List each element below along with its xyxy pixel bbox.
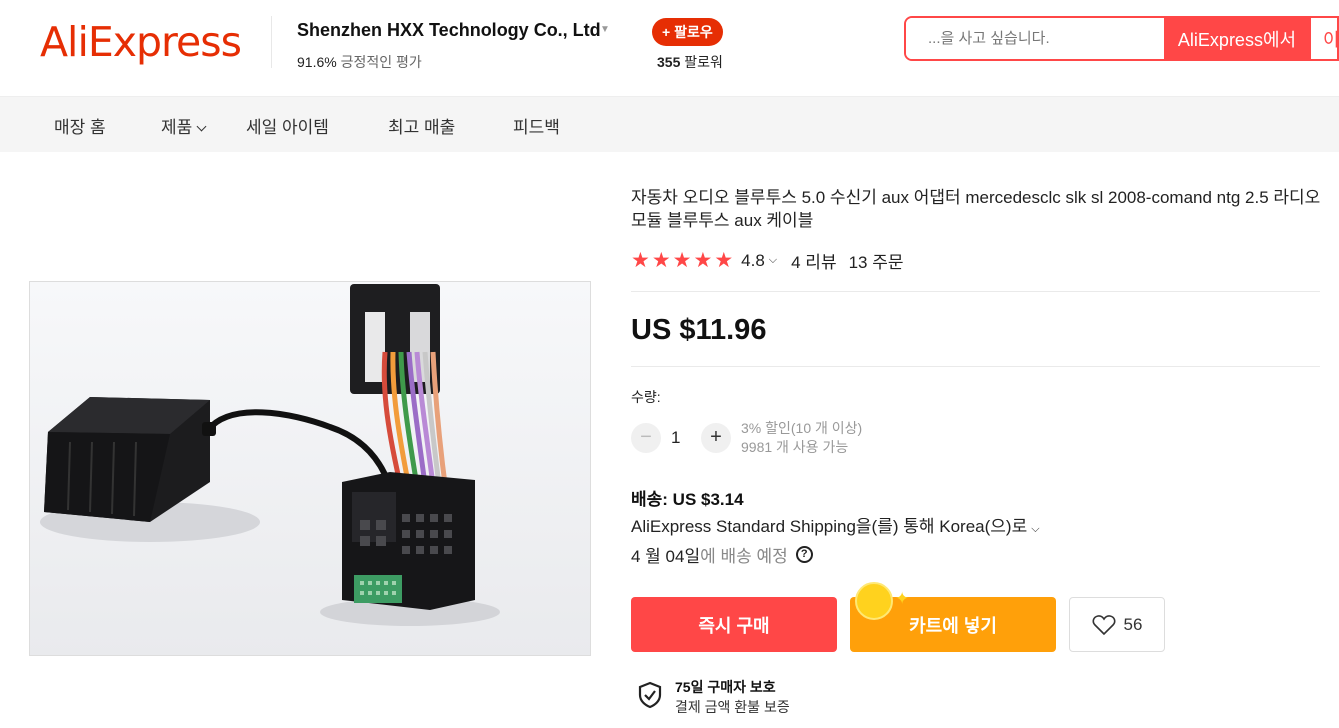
nav-feedback-label: 피드백	[513, 118, 560, 137]
product-title: 자동차 오디오 블루투스 5.0 수신기 aux 어댑터 mercedesclc…	[631, 188, 1321, 230]
buy-now-button[interactable]: 즉시 구매	[631, 597, 837, 652]
divider	[631, 366, 1320, 367]
delivery-date: 4 월 04일	[631, 547, 701, 566]
buyer-protection-title[interactable]: 75일 구매자 보호	[675, 677, 776, 697]
nav-products[interactable]: 제품	[161, 113, 207, 138]
star-icon: ★	[714, 249, 734, 272]
product-image[interactable]	[29, 281, 591, 656]
quantity-info: 3% 할인(10 개 이상) 9981 개 사용 가능	[741, 419, 862, 457]
nav-products-label: 제품	[161, 118, 193, 137]
store-name[interactable]: Shenzhen HXX Technology Co., Ltd	[297, 20, 601, 41]
search-input[interactable]	[906, 18, 1164, 59]
rating-row: ★ ★ ★ ★ ★ 4.8 ⌵ 4 리뷰 13 주문	[631, 248, 904, 273]
store-dropdown-icon[interactable]: ▼	[600, 24, 610, 35]
store-nav: 매장 홈 제품 세일 아이템 최고 매출 피드백	[0, 97, 1339, 152]
nav-sale-items[interactable]: 세일 아이템	[246, 113, 329, 138]
review-count[interactable]: 4 리뷰	[791, 248, 836, 273]
store-rating-percent: 91.6%	[297, 54, 337, 70]
nav-store-home[interactable]: 매장 홈	[54, 113, 106, 138]
product-photo	[30, 282, 590, 655]
nav-store-home-label: 매장 홈	[54, 118, 106, 137]
star-icon: ★	[693, 249, 713, 272]
search-aliexpress-button[interactable]: AliExpress에서	[1164, 18, 1310, 59]
follow-button[interactable]: + 팔로우	[652, 18, 723, 46]
order-count: 13 주문	[848, 253, 904, 272]
star-icon: ★	[631, 249, 650, 272]
wishlist-count: 56	[1123, 614, 1143, 634]
quantity-value[interactable]: 1	[671, 428, 680, 448]
header-divider	[271, 16, 272, 68]
quantity-label: 수량:	[631, 389, 661, 405]
chevron-down-icon: ⌵	[1031, 523, 1040, 535]
nav-feedback[interactable]: 피드백	[513, 113, 560, 138]
store-rating-label: 긍정적인 평가	[340, 54, 422, 70]
follower-number: 355	[657, 54, 681, 70]
shipping-method-selector[interactable]: AliExpress Standard Shipping을(를) 통해 Kore…	[631, 512, 1040, 537]
bulk-discount-text: 3% 할인(10 개 이상)	[741, 420, 863, 436]
nav-sale-items-label: 세일 아이템	[246, 118, 329, 137]
chevron-down-icon	[196, 121, 207, 132]
star-icon: ★	[651, 249, 671, 272]
coin-icon	[855, 582, 893, 620]
quantity-increase-button[interactable]: +	[701, 423, 731, 453]
header: AliExpress Shenzhen HXX Technology Co., …	[0, 0, 1339, 97]
follower-label: 팔로워	[684, 54, 723, 70]
search-bar: AliExpress에서 이	[904, 16, 1339, 61]
wishlist-button[interactable]: 56	[1069, 597, 1165, 652]
aliexpress-logo[interactable]: AliExpress	[40, 18, 242, 66]
nav-top-selling-label: 최고 매출	[388, 118, 456, 137]
shield-icon	[638, 681, 662, 709]
shipping-price: 배송: US $3.14	[631, 490, 744, 509]
sparkle-icon: ✦	[895, 589, 910, 608]
search-store-button[interactable]: 이	[1310, 18, 1337, 59]
product-price: US $11.96	[631, 314, 767, 346]
buyer-protection-subtitle: 결제 금액 환불 보증	[675, 699, 790, 715]
heart-icon	[1092, 614, 1116, 635]
nav-top-selling[interactable]: 최고 매출	[388, 113, 455, 138]
star-icon: ★	[672, 249, 692, 272]
follower-count: 355 팔로워	[657, 52, 723, 72]
quantity-decrease-button[interactable]: −	[631, 423, 661, 453]
delivery-estimate: 4 월 04일 에 배송 예정 ?	[631, 542, 813, 567]
delivery-suffix: 에 배송 예정	[700, 547, 788, 566]
shipping-method-label: AliExpress Standard Shipping을(를) 통해 Kore…	[631, 517, 1028, 536]
star-rating: ★ ★ ★ ★ ★	[631, 250, 733, 271]
available-stock-text: 9981 개 사용 가능	[741, 439, 849, 455]
rating-value[interactable]: 4.8	[741, 251, 765, 271]
help-icon[interactable]: ?	[795, 546, 813, 563]
divider	[631, 291, 1320, 292]
chevron-down-icon[interactable]: ⌵	[769, 254, 777, 267]
store-rating: 91.6% 긍정적인 평가	[297, 52, 422, 72]
